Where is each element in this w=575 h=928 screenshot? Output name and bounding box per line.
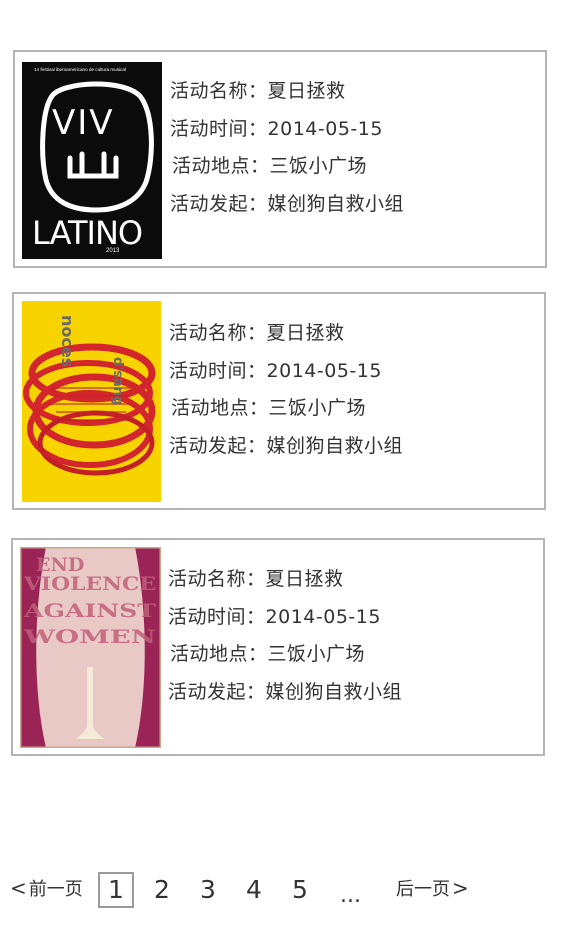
field-label: 活动发起： bbox=[168, 680, 266, 703]
page-number: 2 bbox=[154, 875, 170, 904]
page-number: 5 bbox=[292, 875, 308, 904]
event-card[interactable]: 14 festival iberoamericano de cultura mu… bbox=[13, 50, 547, 268]
ellipsis-text: ... bbox=[340, 883, 361, 908]
next-page-label: 后一页 bbox=[396, 879, 450, 900]
field-value: 2014-05-15 bbox=[266, 359, 382, 382]
poster-image: END VIOLENCE AGAINST WOMEN bbox=[20, 547, 161, 748]
poster-latino: LATINO bbox=[32, 214, 142, 252]
event-card[interactable]: noces d'sang 活动名称：夏日拯救 活动时间：2014-05-15 活… bbox=[12, 292, 546, 510]
pagination-ellipsis: ... bbox=[340, 878, 370, 914]
field-value: 媒创狗自救小组 bbox=[267, 192, 405, 215]
page-number: 4 bbox=[246, 875, 262, 904]
field-value: 媒创狗自救小组 bbox=[265, 680, 403, 703]
event-organizer-row: 活动发起：媒创狗自救小组 bbox=[169, 434, 404, 457]
page-3-button[interactable]: 3 bbox=[200, 872, 220, 908]
field-label: 活动名称： bbox=[168, 568, 266, 590]
field-label: 活动时间： bbox=[168, 605, 266, 628]
event-info: 活动名称：夏日拯救 活动时间：2014-05-15 活动地点：三饭小广场 活动发… bbox=[169, 324, 403, 474]
field-label: 活动时间： bbox=[170, 117, 268, 140]
event-organizer-row: 活动发起：媒创狗自救小组 bbox=[168, 680, 403, 703]
field-label: 活动地点： bbox=[171, 397, 269, 419]
event-time-row: 活动时间：2014-05-15 bbox=[170, 117, 404, 140]
page-2-button[interactable]: 2 bbox=[154, 872, 174, 908]
next-page-button[interactable]: 后一页 > bbox=[396, 870, 476, 906]
poster-image: noces d'sang bbox=[22, 301, 161, 502]
poster-women: WOMEN bbox=[23, 626, 156, 648]
red-circles-poster[interactable]: noces d'sang bbox=[22, 301, 161, 502]
field-value: 2014-05-15 bbox=[265, 605, 381, 628]
poster-image: 14 festival iberoamericano de cultura mu… bbox=[22, 62, 162, 259]
page-5-button[interactable]: 5 bbox=[292, 872, 312, 908]
event-time-row: 活动时间：2014-05-15 bbox=[169, 359, 403, 382]
viva-latino-poster[interactable]: 14 festival iberoamericano de cultura mu… bbox=[22, 62, 162, 259]
prev-page-button[interactable]: < 前一页 bbox=[10, 870, 90, 906]
event-organizer-row: 活动发起：媒创狗自救小组 bbox=[170, 192, 405, 215]
page-number: 3 bbox=[200, 875, 216, 904]
event-name-row: 活动名称：夏日拯救 bbox=[170, 82, 404, 101]
field-value: 媒创狗自救小组 bbox=[266, 434, 404, 457]
field-label: 活动名称： bbox=[170, 80, 268, 102]
poster-viv: VIV bbox=[52, 103, 115, 143]
field-value: 三饭小广场 bbox=[267, 643, 366, 665]
poster-violence: VIOLENCE bbox=[23, 574, 156, 595]
field-label: 活动名称： bbox=[169, 322, 267, 344]
field-value: 夏日拯救 bbox=[266, 322, 345, 344]
field-value: 夏日拯救 bbox=[267, 80, 346, 102]
field-label: 活动地点： bbox=[172, 155, 270, 177]
event-name-row: 活动名称：夏日拯救 bbox=[169, 324, 403, 343]
event-info: 活动名称：夏日拯救 活动时间：2014-05-15 活动地点：三饭小广场 活动发… bbox=[168, 570, 402, 720]
poster-against: AGAINST bbox=[23, 600, 156, 622]
page-4-button[interactable]: 4 bbox=[246, 872, 266, 908]
event-location-row: 活动地点：三饭小广场 bbox=[169, 399, 403, 418]
event-card[interactable]: END VIOLENCE AGAINST WOMEN 活动名称：夏日拯救 活动时… bbox=[11, 538, 545, 756]
field-label: 活动发起： bbox=[170, 192, 268, 215]
chevron-left-icon: < bbox=[10, 876, 27, 900]
poster-dsang: d'sang bbox=[110, 357, 125, 405]
poster-year: 2013 bbox=[106, 248, 120, 254]
event-location-row: 活动地点：三饭小广场 bbox=[170, 157, 404, 176]
prev-page-label: 前一页 bbox=[28, 879, 83, 900]
event-info: 活动名称：夏日拯救 活动时间：2014-05-15 活动地点：三饭小广场 活动发… bbox=[170, 82, 404, 232]
poster-caption: 14 festival iberoamericano de cultura mu… bbox=[34, 67, 126, 72]
chevron-right-icon: > bbox=[452, 876, 469, 900]
event-time-row: 活动时间：2014-05-15 bbox=[168, 605, 402, 628]
page-number: 1 bbox=[108, 875, 124, 904]
field-label: 活动地点： bbox=[170, 643, 268, 665]
poster-noces: noces bbox=[58, 315, 77, 367]
page-1-button[interactable]: 1 bbox=[98, 872, 134, 908]
end-violence-poster[interactable]: END VIOLENCE AGAINST WOMEN bbox=[20, 547, 161, 748]
field-value: 三饭小广场 bbox=[269, 155, 368, 177]
event-location-row: 活动地点：三饭小广场 bbox=[168, 645, 402, 664]
poster-end: END bbox=[36, 554, 84, 576]
field-value: 三饭小广场 bbox=[268, 397, 367, 419]
pagination: < 前一页 1 2 3 4 5 ... 后一页 > bbox=[0, 870, 575, 910]
field-label: 活动发起： bbox=[169, 434, 267, 457]
event-name-row: 活动名称：夏日拯救 bbox=[168, 570, 402, 589]
field-label: 活动时间： bbox=[169, 359, 267, 382]
field-value: 夏日拯救 bbox=[265, 568, 344, 590]
field-value: 2014-05-15 bbox=[267, 117, 383, 140]
